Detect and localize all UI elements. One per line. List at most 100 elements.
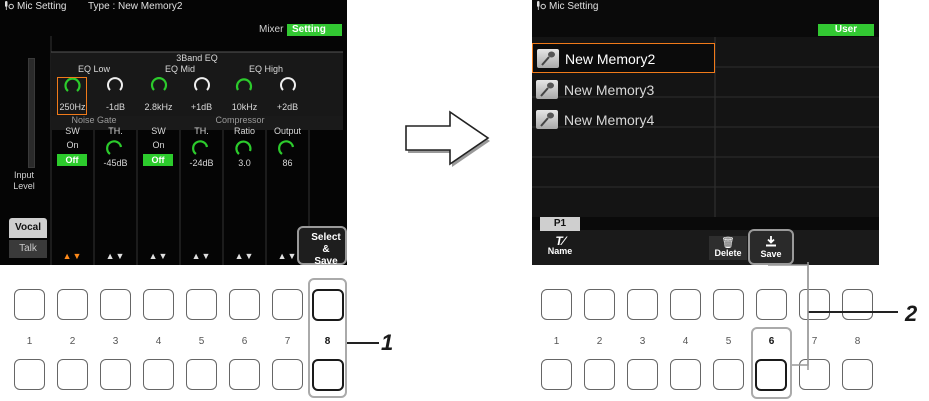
text-cursor-icon: T⁄ [555,234,565,248]
button-number-8: 8 [324,336,331,347]
input-level-label: Input Level [13,170,35,191]
comp-output-label: Output [273,126,302,136]
noise-gate-label: Noise Gate [71,115,117,125]
eq-mid-label: EQ Mid [164,64,195,74]
lower-button-1[interactable] [541,359,572,390]
upper-button-7[interactable] [272,289,303,320]
upper-button-4[interactable] [670,289,701,320]
eq-high-freq[interactable]: 10kHz [223,102,266,112]
lower-button-5[interactable] [186,359,217,390]
upper-button-1[interactable] [14,289,45,320]
arrow-updown-2[interactable]: ▲▼ [94,251,137,261]
button-number-5: 5 [198,336,205,347]
eq-high-gain[interactable]: +2dB [266,102,309,112]
list-item[interactable]: New Memory3 [532,75,715,105]
mic-setting-icon [5,1,14,11]
tab-talk[interactable]: Talk [9,240,47,258]
tab-vocal[interactable]: Vocal [9,218,47,238]
upper-button-3[interactable] [100,289,131,320]
lower-button-4[interactable] [143,359,174,390]
list-item[interactable]: New Memory2 [532,43,715,73]
lower-button-1[interactable] [14,359,45,390]
comp-ratio-value[interactable]: 3.0 [223,158,266,168]
button-number-2: 2 [69,336,76,347]
lower-button-6[interactable] [229,359,260,390]
comp-ratio-label: Ratio [233,126,255,136]
lower-button-2[interactable] [584,359,615,390]
comp-output-value[interactable]: 86 [266,158,309,168]
button-number-1: 1 [26,336,33,347]
save-to-button-link [768,264,809,366]
screen-title: Mic Setting [536,1,598,12]
upper-button-5[interactable] [713,289,744,320]
lower-button-4[interactable] [670,359,701,390]
list-item[interactable]: New Memory4 [532,105,715,135]
lower-button-5[interactable] [713,359,744,390]
callout-step-1: 1 [381,330,394,355]
eq-low-label: EQ Low [77,64,110,74]
microphone-icon [536,80,558,99]
left-lcd-screen: Mic Setting Type : New Memory2 Mixer Set… [0,0,347,265]
tab-mixer[interactable]: Mixer [254,24,288,36]
eq-mid-gain[interactable]: +1dB [180,102,223,112]
button-number-2: 2 [596,336,603,347]
lower-button-3[interactable] [100,359,131,390]
screen-title: Mic Setting [4,1,66,12]
tab-user[interactable]: User [818,24,874,36]
microphone-icon [536,110,558,129]
ng-sw-label: SW [65,126,80,136]
button-number-5: 5 [725,336,732,347]
right-arrow-icon [405,110,490,167]
comp-th-label: TH. [194,126,209,136]
callout-step-2: 2 [905,301,918,326]
dynamics-knobs [106,140,295,155]
save-button[interactable]: Save [752,236,790,259]
eq-mid-freq[interactable]: 2.8kHz [137,102,180,112]
button-number-4: 4 [682,336,689,347]
upper-button-2[interactable] [584,289,615,320]
upper-button-1[interactable] [541,289,572,320]
download-save-icon [766,236,776,247]
eq-header: 3Band EQ [176,53,218,63]
comp-threshold-value[interactable]: -24dB [180,158,223,168]
callout-line-1 [347,342,379,344]
right-lcd-screen: Mic Setting User New Memory2 New Memory3… [532,0,879,265]
ng-th-label: TH. [108,126,123,136]
arrow-updown-1[interactable]: ▲▼ [51,251,94,261]
input-level-meter [28,58,35,168]
lower-button-8[interactable] [312,359,344,391]
eq-high-label: EQ High [248,64,283,74]
lower-button-2[interactable] [57,359,88,390]
compressor-label: Compressor [215,115,265,125]
upper-button-4[interactable] [143,289,174,320]
upper-button-2[interactable] [57,289,88,320]
arrow-updown-3[interactable]: ▲▼ [137,251,180,261]
arrow-updown-5[interactable]: ▲▼ [223,251,266,261]
ng-threshold-value[interactable]: -45dB [94,158,137,168]
button-number-4: 4 [155,336,162,347]
type-indicator: Type : New Memory2 [88,1,183,12]
mic-setting-icon [537,1,546,11]
upper-button-6[interactable] [229,289,260,320]
name-button[interactable]: T⁄ Name [540,234,580,256]
tab-setting[interactable]: Setting [287,24,342,36]
button-number-1: 1 [553,336,560,347]
trash-icon: 🗑 [721,237,735,249]
upper-button-3[interactable] [627,289,658,320]
button-number-3: 3 [639,336,646,347]
select-save-button[interactable]: Select & Save [307,232,345,265]
upper-button-5[interactable] [186,289,217,320]
delete-button[interactable]: 🗑 Delete [709,236,747,260]
arrow-updown-4[interactable]: ▲▼ [180,251,223,261]
eq-low-freq[interactable]: 250Hz [51,102,94,112]
comp-sw-label: SW [151,126,166,136]
lower-button-3[interactable] [627,359,658,390]
button-number-3: 3 [112,336,119,347]
eq-low-gain[interactable]: -1dB [94,102,137,112]
lower-button-7[interactable] [272,359,303,390]
microphone-icon [537,49,559,68]
eq-knobs [64,77,296,92]
button-number-7: 7 [284,336,291,347]
upper-button-8[interactable] [312,289,344,321]
page-tab-p1[interactable]: P1 [540,217,580,231]
